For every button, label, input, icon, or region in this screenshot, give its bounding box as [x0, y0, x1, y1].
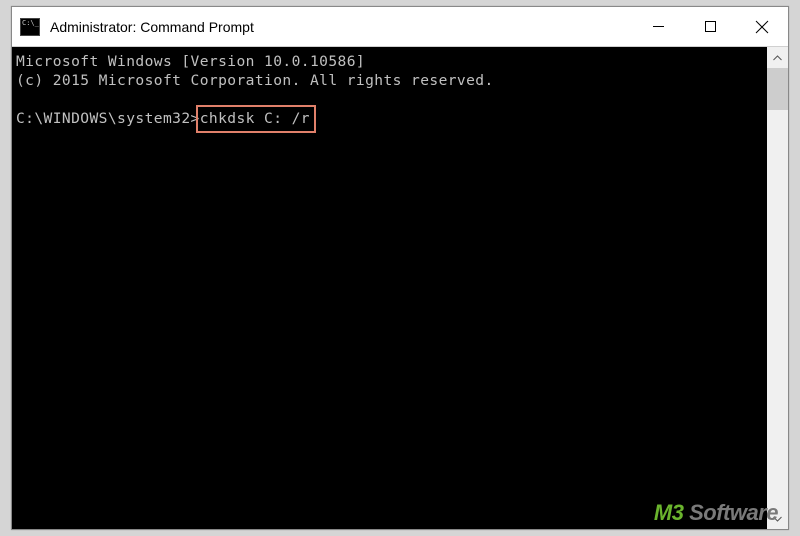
scrollbar-thumb[interactable] [767, 68, 788, 110]
terminal-line: (c) 2015 Microsoft Corporation. All righ… [16, 72, 494, 89]
minimize-icon [652, 20, 665, 33]
scroll-down-button[interactable] [767, 508, 788, 529]
scroll-up-button[interactable] [767, 47, 788, 68]
window-title: Administrator: Command Prompt [50, 19, 632, 35]
command-prompt-window: Administrator: Command Prompt Microsoft … [11, 6, 789, 530]
terminal-line: Microsoft Windows [Version 10.0.10586] [16, 53, 365, 70]
window-controls [632, 7, 788, 46]
terminal-command-highlight: chkdsk C: /r [199, 108, 313, 130]
chevron-down-icon [773, 516, 782, 522]
close-icon [755, 20, 769, 34]
maximize-icon [704, 20, 717, 33]
scrollbar-track[interactable] [767, 68, 788, 508]
terminal-area: Microsoft Windows [Version 10.0.10586] (… [12, 47, 788, 529]
titlebar[interactable]: Administrator: Command Prompt [12, 7, 788, 47]
terminal-prompt: C:\WINDOWS\system32> [16, 110, 200, 127]
terminal[interactable]: Microsoft Windows [Version 10.0.10586] (… [12, 47, 767, 529]
chevron-up-icon [773, 55, 782, 61]
minimize-button[interactable] [632, 7, 684, 46]
scrollbar[interactable] [767, 47, 788, 529]
cmd-icon [20, 18, 40, 36]
close-button[interactable] [736, 7, 788, 46]
maximize-button[interactable] [684, 7, 736, 46]
